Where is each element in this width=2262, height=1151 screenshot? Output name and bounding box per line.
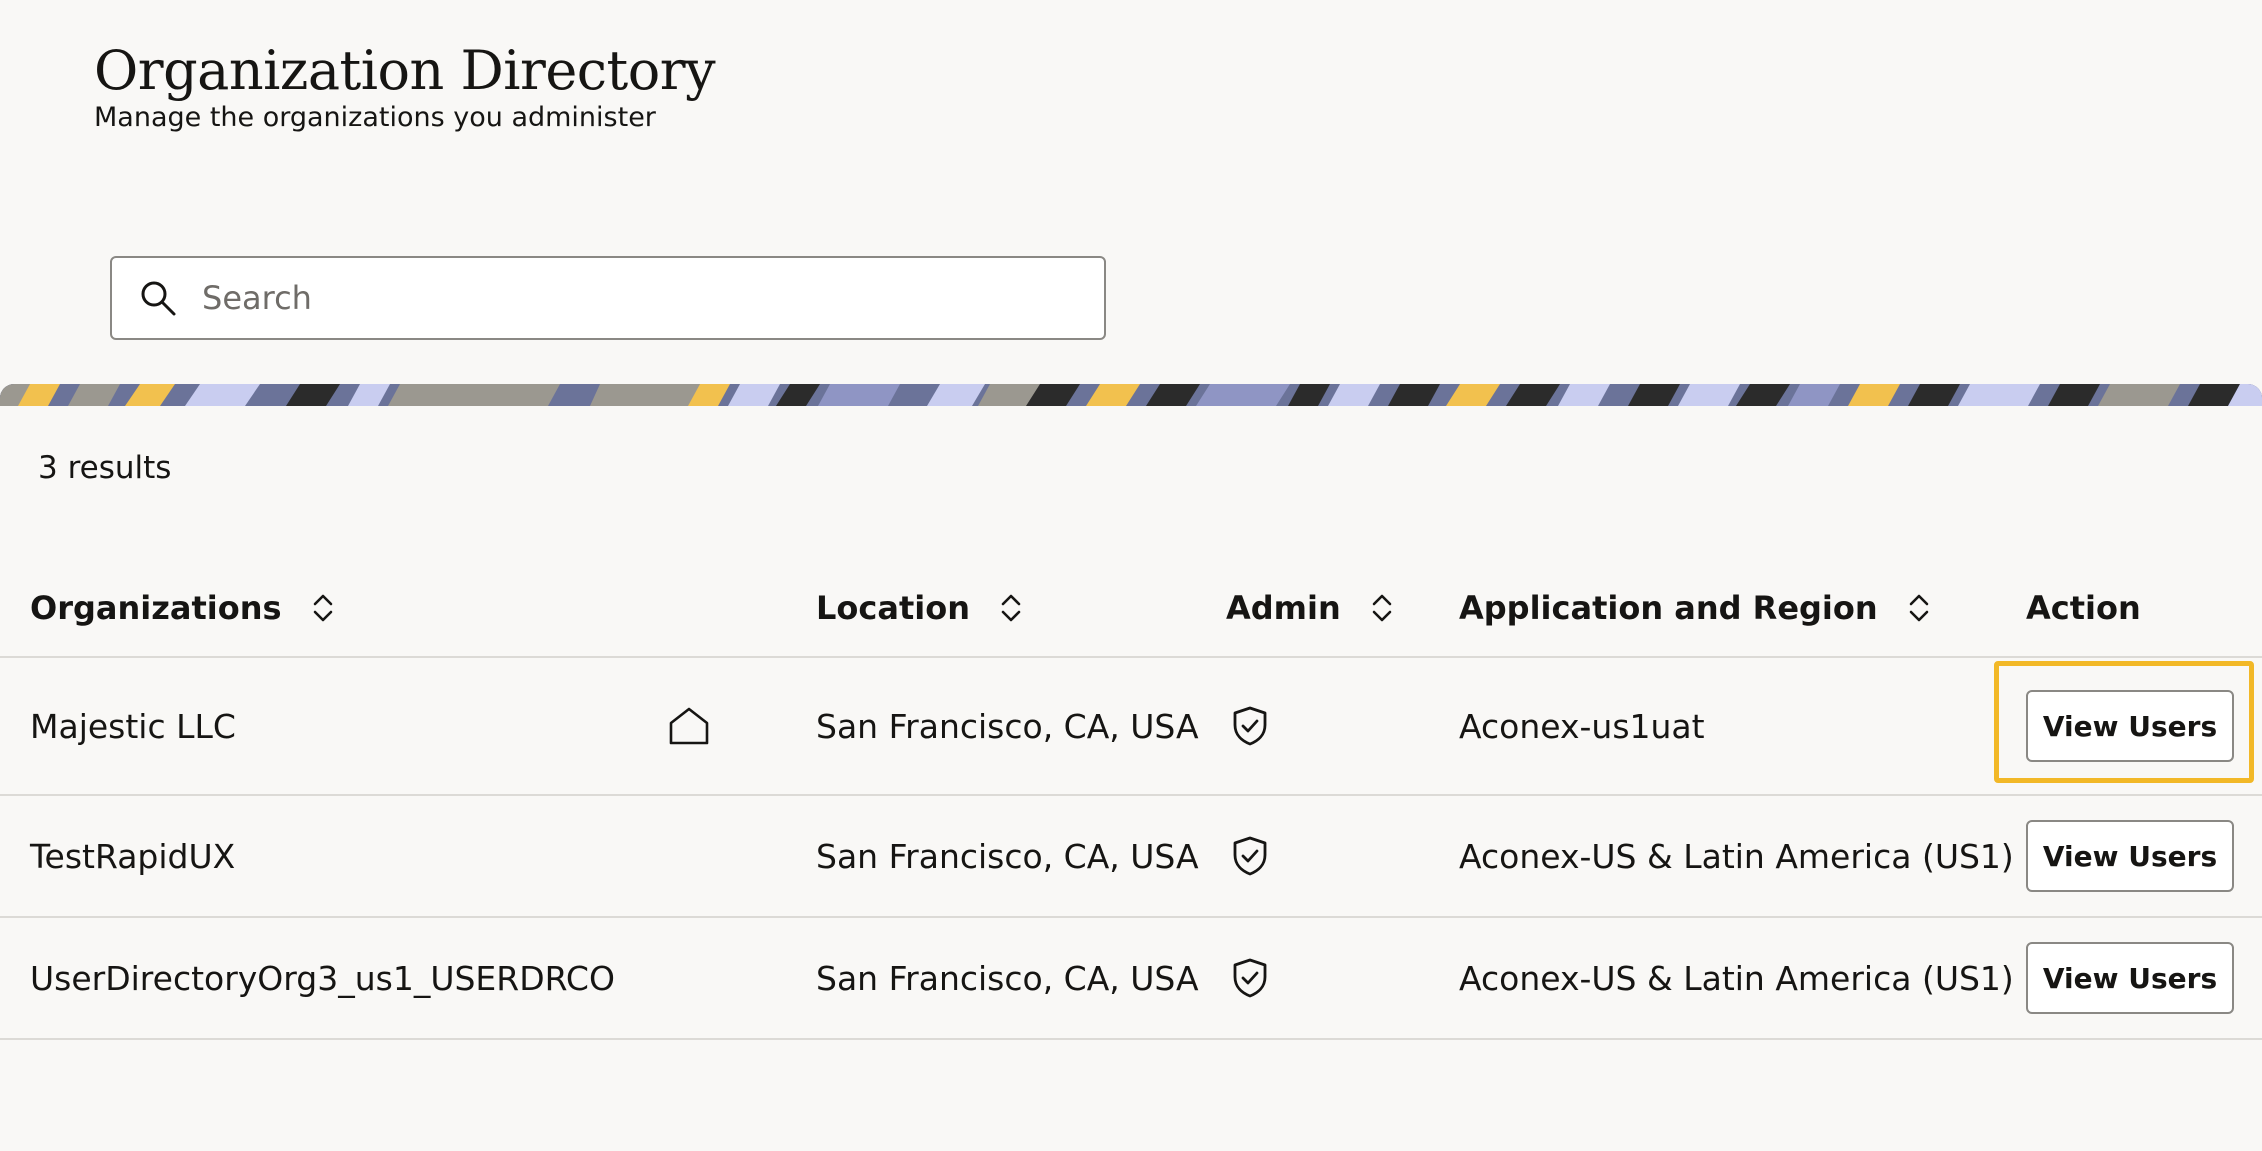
sort-icon[interactable] <box>996 590 1026 626</box>
column-header-label: Location <box>816 589 970 627</box>
results-count: 3 results <box>38 450 172 486</box>
location: San Francisco, CA, USA <box>816 958 1199 998</box>
page-subtitle: Manage the organizations you administer <box>94 102 656 133</box>
search-box[interactable] <box>110 256 1106 340</box>
column-header-label: Admin <box>1226 589 1341 627</box>
table-header: Organizations Location Admin Application… <box>0 560 2262 658</box>
column-header-application-region[interactable]: Application and Region <box>1459 560 1934 656</box>
application-region: Aconex-US & Latin America (US1) <box>1459 836 2014 876</box>
organizations-table: Organizations Location Admin Application… <box>0 560 2262 1040</box>
organization-name: Majestic LLC <box>30 706 236 746</box>
admin-shield-icon <box>1228 796 1272 916</box>
organization-name: UserDirectoryOrg3_us1_USERDRCO <box>30 958 615 998</box>
table-row: UserDirectoryOrg3_us1_USERDRCO San Franc… <box>0 918 2262 1040</box>
home-icon <box>666 658 712 794</box>
location: San Francisco, CA, USA <box>816 836 1199 876</box>
admin-shield-icon <box>1228 658 1272 794</box>
sort-icon[interactable] <box>1904 590 1934 626</box>
organization-directory-page: Organization Directory Manage the organi… <box>0 0 2262 1151</box>
column-header-label: Organizations <box>30 589 282 627</box>
action-cell: View Users <box>2026 796 2234 916</box>
location: San Francisco, CA, USA <box>816 706 1199 746</box>
column-header-label: Action <box>2026 589 2141 627</box>
sort-icon[interactable] <box>308 590 338 626</box>
column-header-label: Application and Region <box>1459 589 1878 627</box>
column-header-organizations[interactable]: Organizations <box>30 560 338 656</box>
table-row: Majestic LLC San Francisco, CA, USA Acon… <box>0 658 2262 796</box>
application-region: Aconex-us1uat <box>1459 706 1705 746</box>
search-icon <box>136 276 180 320</box>
decorative-banner <box>0 384 2262 406</box>
admin-shield-icon <box>1228 918 1272 1038</box>
column-header-action: Action <box>2026 560 2141 656</box>
application-region: Aconex-US & Latin America (US1) <box>1459 958 2014 998</box>
column-header-admin[interactable]: Admin <box>1226 560 1397 656</box>
view-users-button[interactable]: View Users <box>2026 820 2234 892</box>
action-cell: View Users <box>2026 918 2234 1038</box>
view-users-button[interactable]: View Users <box>2026 942 2234 1014</box>
sort-icon[interactable] <box>1367 590 1397 626</box>
view-users-button[interactable]: View Users <box>2026 690 2234 762</box>
search-input[interactable] <box>200 267 1104 329</box>
page-title: Organization Directory <box>94 39 716 102</box>
organization-name: TestRapidUX <box>30 836 236 876</box>
column-header-location[interactable]: Location <box>816 560 1026 656</box>
table-row: TestRapidUX San Francisco, CA, USA Acone… <box>0 796 2262 918</box>
action-cell: View Users <box>2026 658 2234 794</box>
